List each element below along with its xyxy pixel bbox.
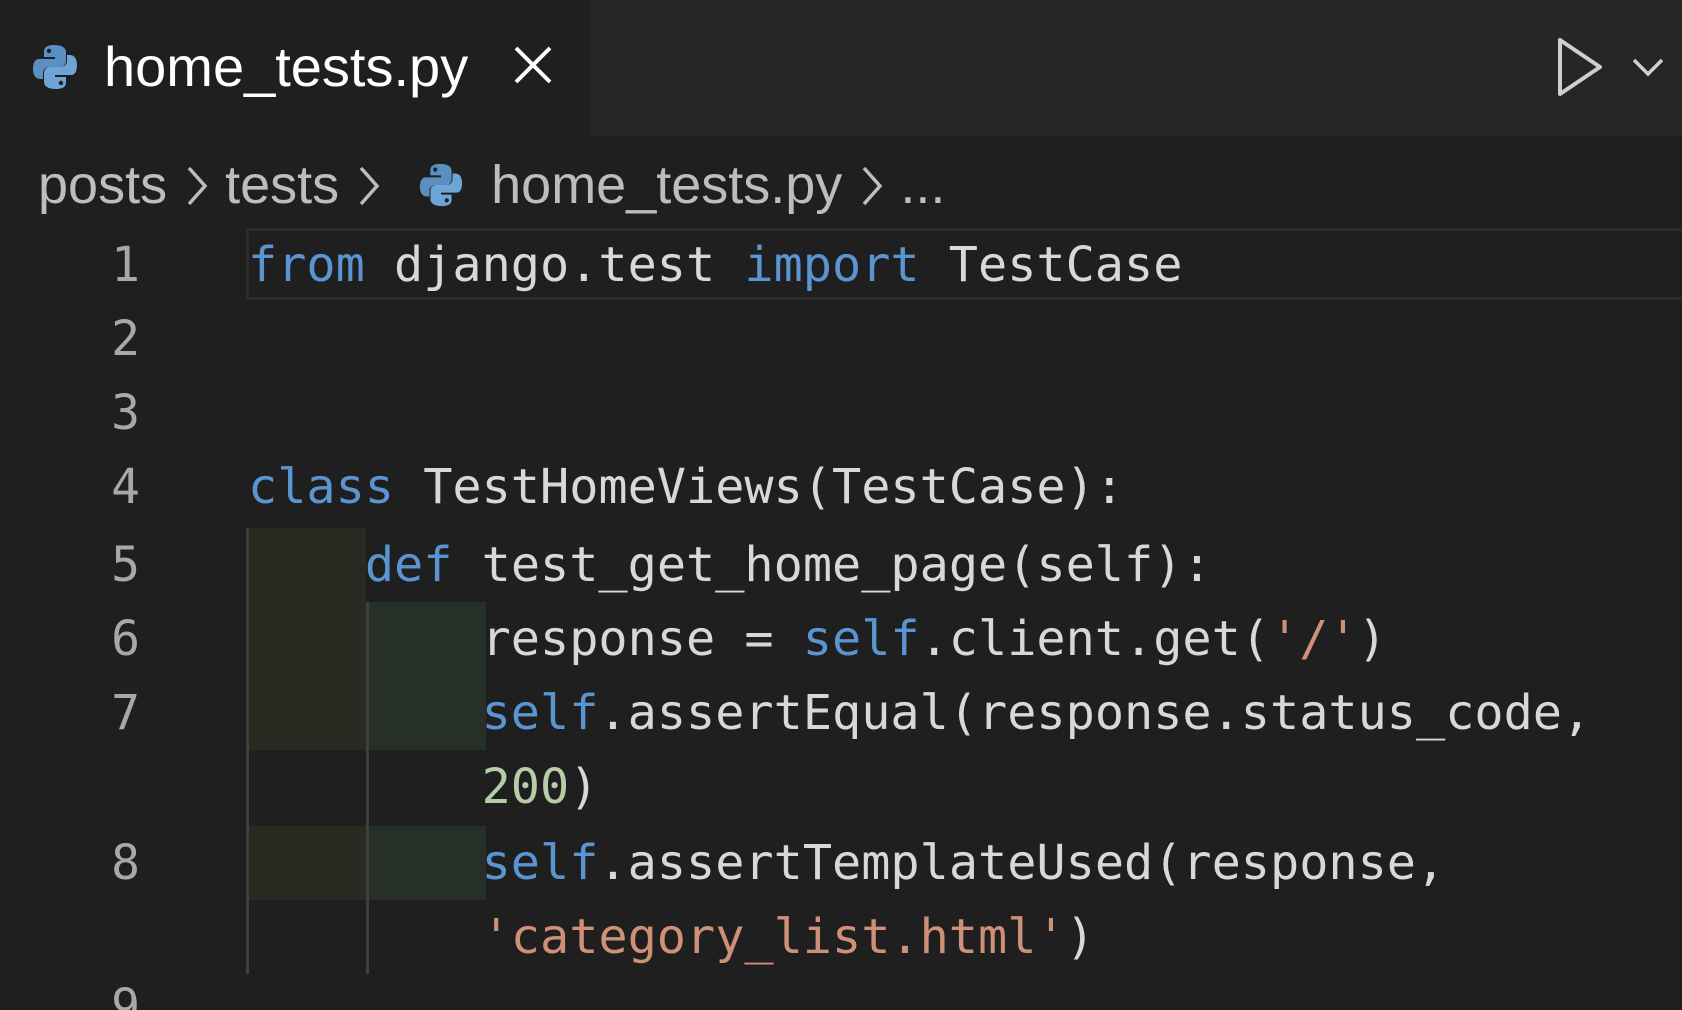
- code-token: .assertTemplateUsed(response,: [598, 835, 1446, 891]
- line-number: 4: [111, 459, 140, 515]
- code-token: ): [569, 759, 599, 815]
- code-editor: home_tests.py posts tests home_tests.py …: [0, 0, 1682, 1010]
- code-token: response =: [248, 611, 803, 667]
- code-line[interactable]: response = self.client.get('/'): [248, 602, 1387, 676]
- code-token: self: [481, 685, 599, 741]
- breadcrumb-item-file[interactable]: home_tests.py: [491, 154, 842, 216]
- code-line[interactable]: def test_get_home_page(self):: [248, 528, 1212, 602]
- code-token: .client.get(: [919, 611, 1271, 667]
- code-token: .assertEqual(response.status_code,: [598, 685, 1592, 741]
- python-icon: [420, 163, 463, 207]
- code-token: ): [1357, 611, 1387, 667]
- code-token: django.test: [364, 237, 745, 293]
- code-line[interactable]: class TestHomeViews(TestCase):: [248, 450, 1124, 524]
- code-token: test_get_home_page(self):: [452, 537, 1212, 593]
- code-token: 'category_list.html': [481, 909, 1066, 965]
- run-icon[interactable]: [1554, 36, 1606, 98]
- tab-title: home_tests.py: [104, 35, 469, 98]
- line-number: 6: [111, 611, 140, 667]
- chevron-down-icon[interactable]: [1630, 52, 1666, 82]
- breadcrumb-item-symbols[interactable]: ...: [900, 154, 945, 216]
- code-line-wrap[interactable]: 'category_list.html'): [248, 900, 1095, 974]
- tab-home-tests[interactable]: home_tests.py: [0, 0, 590, 136]
- code-token: TestHomeViews(TestCase):: [394, 459, 1124, 515]
- line-number: 7: [111, 685, 140, 741]
- line-number: 3: [111, 385, 140, 441]
- code-token: from: [248, 237, 365, 293]
- code-line[interactable]: self.assertEqual(response.status_code,: [248, 676, 1592, 750]
- line-number: 1: [111, 237, 140, 293]
- chevron-right-icon: [187, 166, 208, 206]
- python-icon: [33, 45, 77, 89]
- tab-bar: home_tests.py: [0, 0, 1682, 136]
- code-line[interactable]: from django.test import TestCase: [248, 228, 1182, 302]
- code-token: def: [364, 537, 453, 593]
- code-token: 200: [481, 759, 570, 815]
- breadcrumb-item-posts[interactable]: posts: [38, 154, 167, 216]
- code-token: class: [248, 459, 394, 515]
- breadcrumb: posts tests home_tests.py ...: [38, 150, 945, 220]
- chevron-right-icon: [359, 166, 380, 206]
- line-number: 5: [111, 537, 140, 593]
- code-token: ): [1065, 909, 1095, 965]
- code-token: self: [802, 611, 920, 667]
- code-line[interactable]: self.assertTemplateUsed(response,: [248, 826, 1446, 900]
- line-number: 2: [111, 311, 140, 367]
- breadcrumb-item-tests[interactable]: tests: [225, 154, 339, 216]
- chevron-right-icon: [863, 166, 883, 206]
- close-icon[interactable]: [510, 42, 556, 88]
- code-token: import: [744, 237, 920, 293]
- code-token: '/': [1270, 611, 1358, 667]
- line-number: 9: [111, 979, 140, 1010]
- code-token: TestCase: [919, 237, 1183, 293]
- line-number: 8: [111, 835, 140, 891]
- code-line-wrap[interactable]: 200): [248, 750, 599, 824]
- code-token: self: [481, 835, 599, 891]
